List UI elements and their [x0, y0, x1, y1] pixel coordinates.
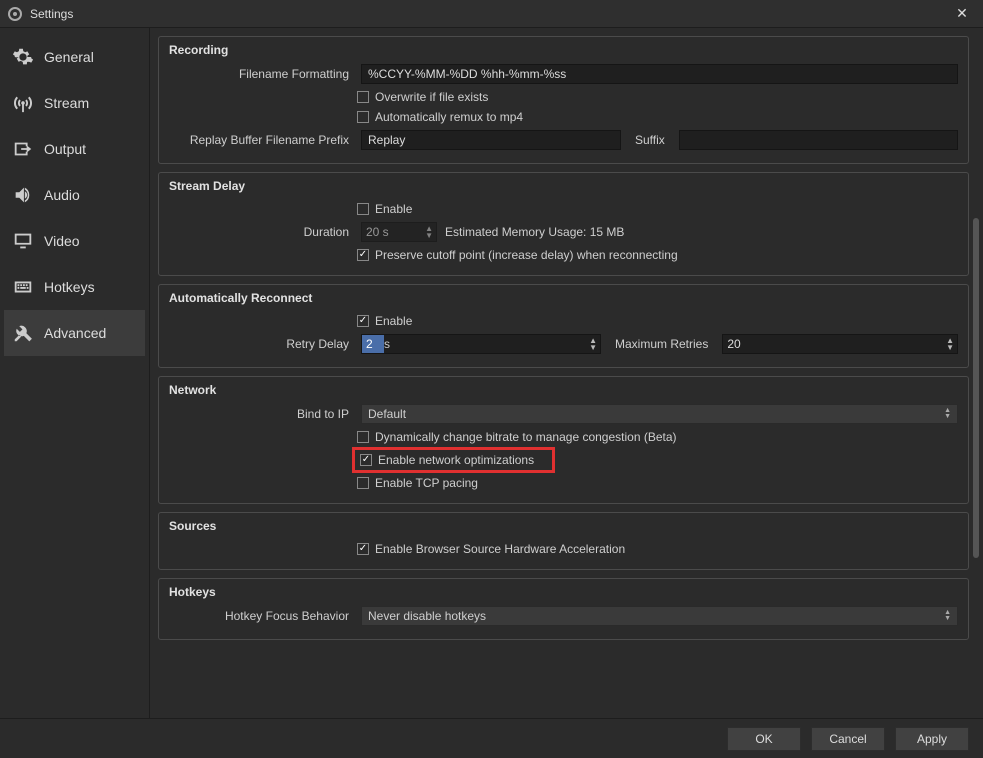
close-icon[interactable]: ✕ [949, 4, 975, 24]
antenna-icon [12, 92, 34, 114]
tools-icon [12, 322, 34, 344]
section-network: Network Bind to IP Default ▲▼ Dynamicall… [158, 376, 969, 504]
window-title: Settings [30, 7, 73, 21]
titlebar: Settings ✕ [0, 0, 983, 28]
tcp-pacing-checkbox[interactable] [357, 477, 369, 489]
ok-button[interactable]: OK [727, 727, 801, 751]
browser-accel-checkbox[interactable] [357, 543, 369, 555]
section-auto-reconnect: Automatically Reconnect Enable Retry Del… [158, 284, 969, 368]
focus-behavior-label: Hotkey Focus Behavior [169, 609, 353, 623]
stream-delay-enable-checkbox[interactable] [357, 203, 369, 215]
bind-ip-combo[interactable]: Default ▲▼ [361, 404, 958, 424]
apply-button[interactable]: Apply [895, 727, 969, 751]
focus-behavior-value: Never disable hotkeys [368, 609, 486, 623]
sidebar-item-label: Hotkeys [44, 279, 95, 295]
settings-content: Recording Filename Formatting Overwrite … [150, 28, 983, 718]
preserve-cutoff-checkbox[interactable] [357, 249, 369, 261]
sidebar-item-video[interactable]: Video [4, 218, 145, 264]
autoremux-label: Automatically remux to mp4 [375, 110, 523, 124]
output-icon [12, 138, 34, 160]
sidebar-item-hotkeys[interactable]: Hotkeys [4, 264, 145, 310]
updown-icon: ▲▼ [944, 610, 951, 622]
bind-ip-label: Bind to IP [169, 407, 353, 421]
memory-usage-label: Estimated Memory Usage: 15 MB [445, 225, 624, 239]
cancel-button[interactable]: Cancel [811, 727, 885, 751]
suffix-label: Suffix [629, 133, 671, 147]
sidebar-item-label: Advanced [44, 325, 106, 341]
app-icon [8, 7, 22, 21]
stream-delay-enable-label: Enable [375, 202, 412, 216]
section-recording: Recording Filename Formatting Overwrite … [158, 36, 969, 164]
suffix-input[interactable] [679, 130, 958, 150]
sidebar-item-output[interactable]: Output [4, 126, 145, 172]
replay-prefix-label: Replay Buffer Filename Prefix [169, 133, 353, 147]
duration-label: Duration [169, 225, 353, 239]
section-hotkeys: Hotkeys Hotkey Focus Behavior Never disa… [158, 578, 969, 640]
scrollbar[interactable] [973, 218, 979, 558]
network-optim-label: Enable network optimizations [378, 453, 534, 467]
auto-reconnect-enable-label: Enable [375, 314, 412, 328]
sidebar-item-label: Audio [44, 187, 80, 203]
sidebar-item-general[interactable]: General [4, 34, 145, 80]
spin-arrows-icon[interactable]: ▲▼ [586, 337, 600, 351]
section-title: Automatically Reconnect [169, 291, 958, 305]
section-title: Recording [169, 43, 958, 57]
highlight-annotation: Enable network optimizations [352, 447, 555, 473]
replay-prefix-input[interactable] [361, 130, 621, 150]
section-title: Hotkeys [169, 585, 958, 599]
spin-arrows-icon[interactable]: ▲▼ [422, 225, 436, 239]
focus-behavior-combo[interactable]: Never disable hotkeys ▲▼ [361, 606, 958, 626]
filename-formatting-input[interactable] [361, 64, 958, 84]
preserve-cutoff-label: Preserve cutoff point (increase delay) w… [375, 248, 678, 262]
browser-accel-label: Enable Browser Source Hardware Accelerat… [375, 542, 625, 556]
retry-delay-spinbox[interactable]: s ▲▼ [361, 334, 601, 354]
section-title: Stream Delay [169, 179, 958, 193]
overwrite-checkbox[interactable] [357, 91, 369, 103]
retry-delay-unit: s [384, 337, 586, 351]
retry-delay-label: Retry Delay [169, 337, 353, 351]
dynamic-bitrate-label: Dynamically change bitrate to manage con… [375, 430, 677, 444]
section-stream-delay: Stream Delay Enable Duration ▲▼ Estimate… [158, 172, 969, 276]
sidebar-item-label: Stream [44, 95, 89, 111]
updown-icon: ▲▼ [944, 408, 951, 420]
tcp-pacing-label: Enable TCP pacing [375, 476, 478, 490]
max-retries-label: Maximum Retries [609, 337, 714, 351]
sidebar-item-label: Output [44, 141, 86, 157]
monitor-icon [12, 230, 34, 252]
spin-arrows-icon[interactable]: ▲▼ [943, 337, 957, 351]
dynamic-bitrate-checkbox[interactable] [357, 431, 369, 443]
sidebar-item-audio[interactable]: Audio [4, 172, 145, 218]
max-retries-spinbox[interactable]: ▲▼ [722, 334, 958, 354]
keyboard-icon [12, 276, 34, 298]
section-sources: Sources Enable Browser Source Hardware A… [158, 512, 969, 570]
gear-icon [12, 46, 34, 68]
bind-ip-value: Default [368, 407, 406, 421]
speaker-icon [12, 184, 34, 206]
filename-formatting-label: Filename Formatting [169, 67, 353, 81]
sidebar-item-advanced[interactable]: Advanced [4, 310, 145, 356]
section-title: Network [169, 383, 958, 397]
sidebar: General Stream Output Audio Video [0, 28, 150, 718]
sidebar-item-label: Video [44, 233, 80, 249]
duration-spinbox[interactable]: ▲▼ [361, 222, 437, 242]
sidebar-item-stream[interactable]: Stream [4, 80, 145, 126]
network-optim-checkbox[interactable] [360, 454, 372, 466]
section-title: Sources [169, 519, 958, 533]
sidebar-item-label: General [44, 49, 94, 65]
dialog-footer: OK Cancel Apply [0, 718, 983, 758]
auto-reconnect-enable-checkbox[interactable] [357, 315, 369, 327]
overwrite-label: Overwrite if file exists [375, 90, 488, 104]
autoremux-checkbox[interactable] [357, 111, 369, 123]
